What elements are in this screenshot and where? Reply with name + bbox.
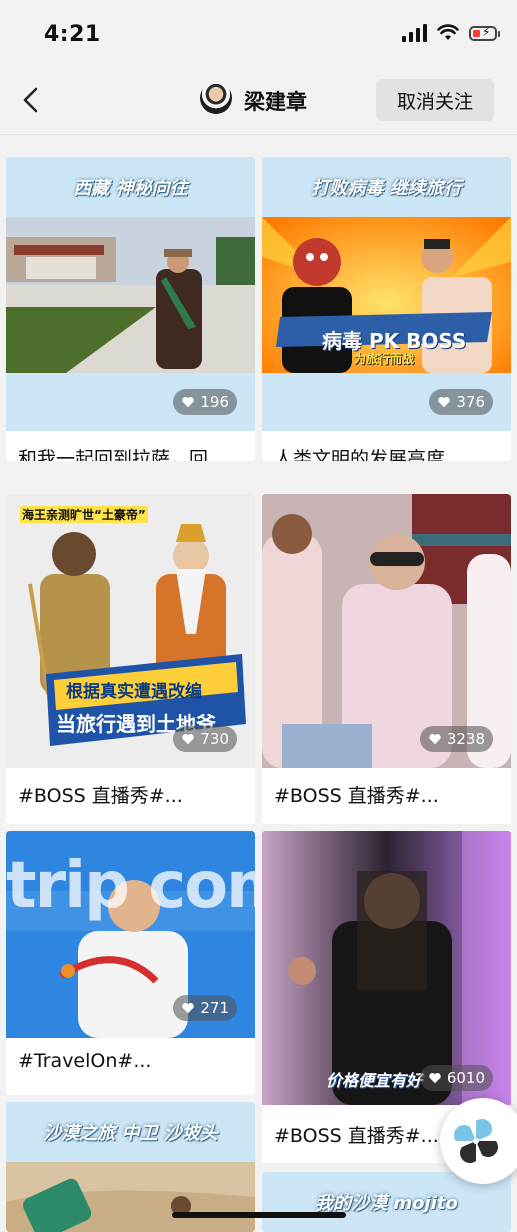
video-caption: 和我一起回到拉萨，回... [18, 448, 227, 461]
status-bar: 4:21 ⚡ [0, 0, 517, 70]
nav-bar: 梁建章 取消关注 [0, 70, 517, 135]
photo-image [6, 1162, 255, 1232]
cellular-signal-icon [402, 24, 427, 42]
page-title: 梁建章 [244, 90, 307, 114]
video-thumbnail: 海王亲测旷世“土豪帝” 根据真实遭遇改编 当旅行遇到土地爷 730 [6, 494, 255, 768]
heart-icon [182, 734, 195, 745]
video-caption: #TravelOn#... [18, 1050, 152, 1072]
cover-banner: 打败病毒 继续旅行 [262, 157, 511, 217]
video-thumbnail: trip com 271 [6, 831, 255, 1038]
like-count-badge: 6010 [419, 1065, 493, 1091]
like-count-badge: 271 [173, 995, 237, 1021]
video-caption: 人类文明的发展高度... [274, 448, 464, 461]
heart-icon [182, 1003, 195, 1014]
pinwheel-icon [454, 1119, 498, 1163]
battery-icon: ⚡ [469, 25, 500, 41]
like-count: 271 [200, 999, 229, 1017]
like-count: 3238 [446, 730, 485, 748]
heart-icon [429, 1073, 441, 1084]
like-count: 6010 [446, 1069, 485, 1087]
banner-title: 沙漠之旅 中卫 沙坡头 [43, 1123, 218, 1144]
photo-image [6, 217, 255, 373]
home-indicator[interactable] [172, 1212, 346, 1218]
video-thumbnail: 3238 [262, 494, 511, 768]
heart-icon [429, 734, 441, 745]
video-caption: #BOSS 直播秀#... [274, 785, 439, 807]
wifi-icon [437, 24, 459, 40]
banner-title: 西藏 神秘向往 [73, 178, 188, 199]
video-card[interactable]: 打败病毒 继续旅行 病毒 PK BOSS 为旅行而战 376 人类文明的发展高度… [262, 157, 511, 461]
video-card[interactable]: 海王亲测旷世“土豪帝” 根据真实遭遇改编 当旅行遇到土地爷 730 #BOSS … [6, 494, 255, 824]
cover-banner: 西藏 神秘向往 [6, 157, 255, 217]
banner-title: 打败病毒 继续旅行 [311, 178, 462, 199]
video-card[interactable]: 3238 #BOSS 直播秀#... [262, 494, 511, 824]
video-card[interactable]: 西藏 神秘向往 196 和我一起回到拉萨，回... [6, 157, 255, 461]
like-count: 376 [456, 393, 485, 411]
like-count-badge: 196 [173, 389, 237, 415]
floating-action-button[interactable] [440, 1098, 517, 1184]
poster-subtitle: 为旅行而战 [354, 352, 415, 366]
video-thumbnail: 西藏 神秘向往 196 [6, 157, 255, 431]
cover-banner: 沙漠之旅 中卫 沙坡头 [6, 1102, 255, 1162]
status-icons: ⚡ [402, 24, 500, 42]
heart-icon [182, 397, 195, 408]
back-icon[interactable] [16, 84, 48, 116]
like-count-badge: 730 [173, 726, 237, 752]
like-count-badge: 376 [429, 389, 493, 415]
status-time: 4:21 [44, 22, 101, 47]
avatar[interactable] [200, 82, 232, 114]
poster-line-1: 根据真实遭遇改编 [66, 682, 202, 702]
unfollow-button[interactable]: 取消关注 [376, 79, 494, 121]
photo-image [262, 831, 511, 1105]
like-count: 196 [200, 393, 229, 411]
video-thumbnail: 打败病毒 继续旅行 病毒 PK BOSS 为旅行而战 376 [262, 157, 511, 431]
poster-top-text: 海王亲测旷世“土豪帝” [20, 506, 148, 523]
like-count-badge: 3238 [419, 726, 493, 752]
video-caption: #BOSS 直播秀#... [18, 785, 183, 807]
video-card[interactable]: trip com 271 #TravelOn#... [6, 831, 255, 1095]
poster-overlay-text: trip com [6, 849, 255, 923]
poster-overlay-text: 价格便宜有好 [326, 1071, 423, 1090]
heart-icon [438, 397, 451, 408]
video-caption: #BOSS 直播秀#... [274, 1125, 439, 1147]
video-thumbnail: 价格便宜有好 6010 [262, 831, 511, 1105]
like-count: 730 [200, 730, 229, 748]
